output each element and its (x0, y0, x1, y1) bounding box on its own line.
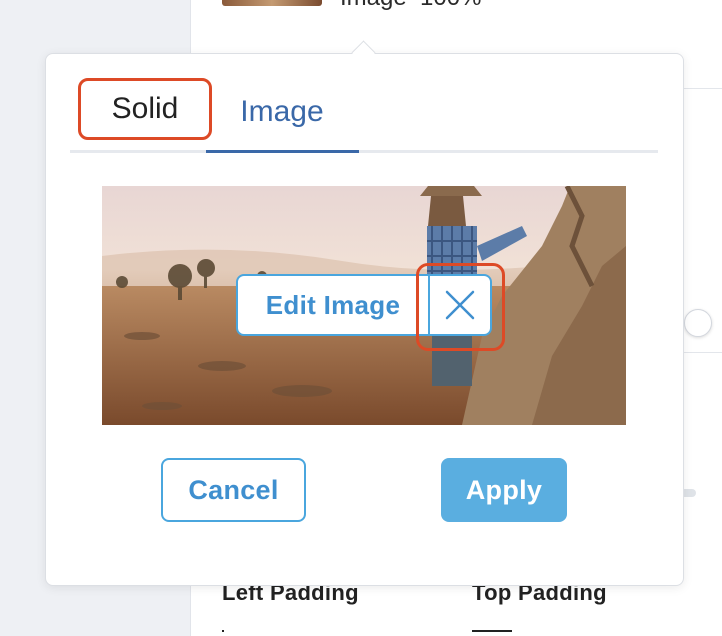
background-image-thumbnail[interactable] (222, 0, 322, 6)
apply-label: Apply (465, 474, 543, 505)
divider (682, 352, 722, 353)
divider (682, 88, 722, 89)
tab-solid[interactable]: Solid (78, 78, 212, 140)
apply-button[interactable]: Apply (441, 458, 567, 522)
edit-image-label: Edit Image (265, 289, 401, 320)
tab-image-label: Image (240, 95, 324, 128)
slider-handle[interactable] (684, 309, 712, 337)
top-padding-input[interactable] (472, 630, 512, 632)
background-opacity-text: 100% (420, 0, 481, 11)
left-padding-input[interactable] (222, 630, 224, 632)
tab-solid-label: Solid (111, 92, 179, 125)
background-type-text: Image (340, 0, 407, 11)
background-image-label: Image 100% (340, 0, 481, 12)
cancel-button[interactable]: Cancel (161, 458, 306, 522)
active-tab-indicator (206, 150, 359, 153)
tabs-track (70, 150, 658, 153)
edit-image-button[interactable]: Edit Image (236, 274, 430, 336)
tab-image[interactable]: Image (206, 90, 358, 134)
remove-button-highlight (416, 263, 505, 351)
cancel-label: Cancel (188, 474, 279, 505)
